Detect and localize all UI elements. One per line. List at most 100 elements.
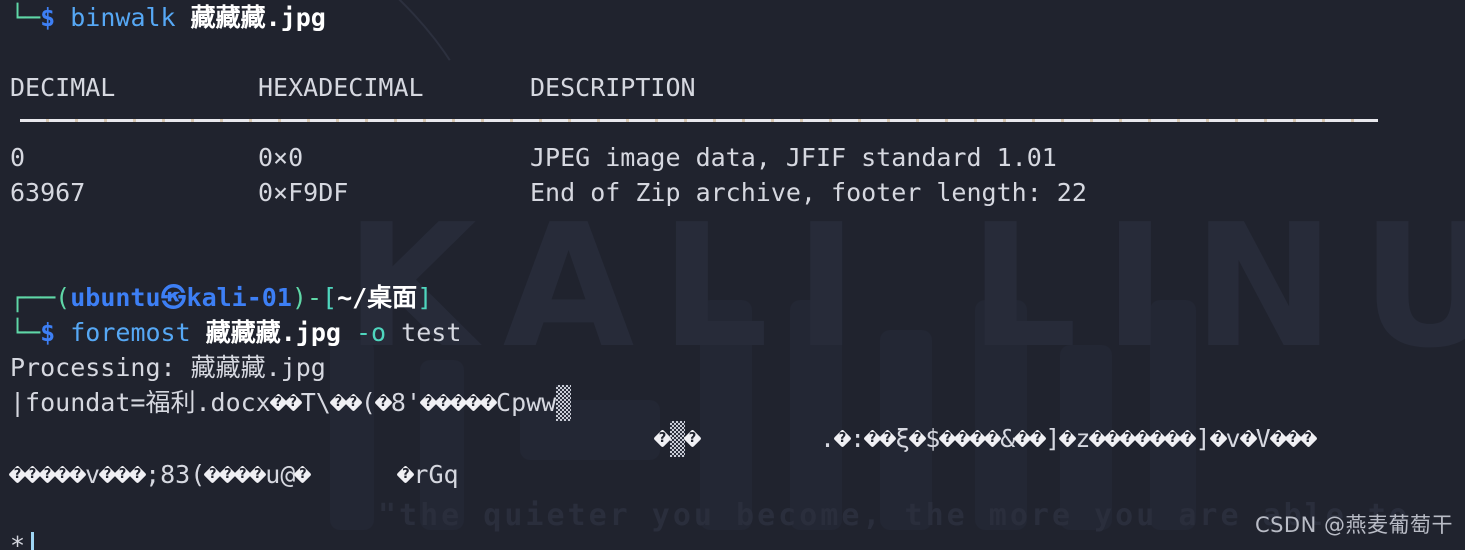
replacement-char-icon <box>1301 428 1316 451</box>
garbled-text: ( <box>360 388 376 417</box>
prompt-dollar: $ <box>40 318 56 347</box>
replacement-char-icon <box>346 392 361 415</box>
replacement-char-icon <box>1030 428 1045 451</box>
replacement-char-icon <box>55 464 70 487</box>
table-separator-rule <box>10 105 1455 140</box>
cell-description: End of Zip archive, footer length: 22 <box>530 178 1087 207</box>
replacement-char-icon <box>10 464 25 487</box>
text-cursor[interactable] <box>31 532 35 550</box>
column-header-decimal: DECIMAL <box>10 73 116 102</box>
replacement-char-icon <box>271 392 286 415</box>
garbled-text: Cpww <box>496 388 557 417</box>
prompt-dash: - <box>306 283 323 312</box>
output-garbled-line: v;83(u@rGq <box>10 457 1455 493</box>
foundat-prefix: |foundat= <box>10 388 146 417</box>
replacement-char-icon <box>1105 428 1120 451</box>
replacement-char-icon <box>1135 428 1150 451</box>
replacement-char-icon <box>1060 428 1075 451</box>
prompt-line-top: ┌──(ubuntu㉿kali-01)-[~/桌面] <box>10 280 1455 315</box>
command-name-foremost: foremost <box>70 318 191 347</box>
replacement-char-icon <box>331 392 346 415</box>
command-arg-filename: 藏藏藏.jpg <box>205 318 341 347</box>
cell-hexadecimal: 0×F9DF <box>258 178 349 207</box>
replacement-char-icon <box>250 464 265 487</box>
replacement-char-icon <box>655 428 670 451</box>
terminal-screen[interactable]: └─$ binwalk 藏藏藏.jpg DECIMAL HEXADECIMAL DE… <box>0 0 1465 550</box>
garbled-text: ] <box>1195 424 1211 453</box>
prompt-paren-close: ) <box>291 283 307 312</box>
prompt-frame-top: ┌── <box>10 283 56 312</box>
output-garbled-line: .:ξ$&]z]vV <box>10 421 1455 457</box>
prompt-paren-open: ( <box>55 283 71 312</box>
replacement-char-icon <box>1271 428 1286 451</box>
prompt-frame-bottom: └─ <box>10 3 41 32</box>
replacement-char-icon <box>220 464 235 487</box>
replacement-char-icon <box>398 464 413 487</box>
replacement-char-icon <box>376 392 391 415</box>
replacement-char-icon <box>1241 428 1256 451</box>
garbled-text: ;83( <box>145 460 206 489</box>
replacement-char-icon <box>835 428 850 451</box>
kali-logo-icon: ㉿ <box>161 283 187 312</box>
terminal-window[interactable]: KALI LINUX "the quieter you become, the … <box>0 0 1465 550</box>
replacement-char-icon <box>1150 428 1165 451</box>
replacement-char-icon <box>1165 428 1180 451</box>
replacement-char-icon <box>940 428 955 451</box>
replacement-char-icon <box>286 392 301 415</box>
prompt-host: kali-01 <box>186 283 292 312</box>
replacement-char-icon <box>970 428 985 451</box>
replacement-char-icon <box>880 428 895 451</box>
prompt-bracket-open: [ <box>322 283 338 312</box>
output-final-line[interactable]: * <box>10 528 1455 550</box>
garbled-text: v <box>1225 424 1241 453</box>
foundat-filename: 福利.docx <box>145 388 271 417</box>
replacement-char-icon <box>1090 428 1105 451</box>
command-line-foremost[interactable]: └─$ foremost 藏藏藏.jpg -o test <box>10 315 1455 350</box>
replacement-char-icon <box>40 464 55 487</box>
garbled-text: u@ <box>265 460 296 489</box>
replacement-char-icon <box>1211 428 1226 451</box>
output-processing-line: Processing: 藏藏藏.jpg <box>10 350 1455 385</box>
command-line-binwalk[interactable]: └─$ binwalk 藏藏藏.jpg <box>10 0 1455 35</box>
cell-decimal: 0 <box>10 143 26 172</box>
missing-glyph-block-icon <box>556 385 572 421</box>
garbled-text: 8' <box>390 388 422 417</box>
command-flag-value: test <box>401 318 462 347</box>
cell-description: JPEG image data, JFIF standard 1.01 <box>530 143 1057 172</box>
replacement-char-icon <box>205 464 220 487</box>
asterisk-marker: * <box>10 531 26 550</box>
command-arg-filename: 藏藏藏.jpg <box>190 3 326 32</box>
garbled-text: V <box>1255 424 1271 453</box>
csdn-watermark: CSDN @燕麦葡萄干 <box>1254 513 1453 537</box>
garbled-text: T\ <box>300 388 331 417</box>
replacement-char-icon <box>115 464 130 487</box>
replacement-char-icon <box>1180 428 1195 451</box>
replacement-char-icon <box>481 392 496 415</box>
replacement-char-icon <box>685 428 700 451</box>
replacement-char-icon <box>955 428 970 451</box>
replacement-char-icon <box>466 392 481 415</box>
prompt-user: ubuntu <box>70 283 161 312</box>
command-flag-output: -o <box>356 318 387 347</box>
replacement-char-icon <box>985 428 1000 451</box>
table-row: 63967 0×F9DF End of Zip archive, footer le… <box>10 175 1455 210</box>
processing-label: Processing: <box>10 353 176 382</box>
cell-hexadecimal: 0×0 <box>258 143 304 172</box>
replacement-char-icon <box>910 428 925 451</box>
prompt-dollar: $ <box>40 3 56 32</box>
table-row: 0 0×0 JPEG image data, JFIF standard 1.01 <box>10 140 1455 175</box>
replacement-char-icon <box>865 428 880 451</box>
replacement-char-icon <box>100 464 115 487</box>
processing-filename: 藏藏藏.jpg <box>190 353 326 382</box>
replacement-char-icon <box>1286 428 1301 451</box>
column-header-description: DESCRIPTION <box>530 73 696 102</box>
replacement-char-icon <box>70 464 85 487</box>
replacement-char-icon <box>235 464 250 487</box>
replacement-char-icon <box>1120 428 1135 451</box>
replacement-char-icon <box>451 392 466 415</box>
cell-decimal: 63967 <box>10 178 86 207</box>
